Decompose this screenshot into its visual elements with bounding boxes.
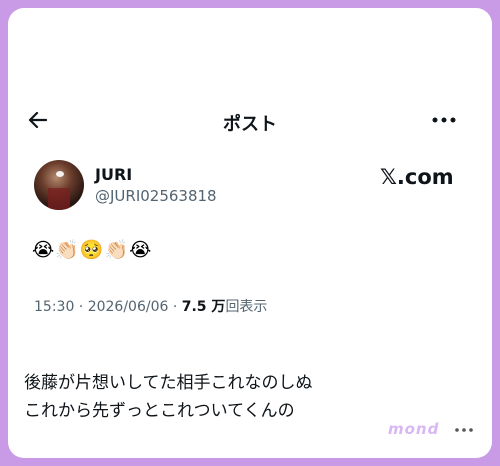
more-options-icon[interactable] — [430, 112, 458, 128]
page-title: ポスト — [223, 114, 277, 135]
view-label: 回表示 — [225, 299, 268, 315]
watermark-logo: mond — [388, 420, 440, 438]
caption-line-1: 後藤が片想いしてた相手これなのしぬ — [24, 373, 313, 393]
caption-line-2: これから先ずっとこれついてくんの — [24, 401, 295, 421]
timestamp: 15:30 · 2026/06/06 · — [34, 299, 182, 315]
display-name[interactable]: JURI — [95, 165, 132, 184]
avatar[interactable] — [34, 160, 84, 210]
more-options-icon-bottom[interactable] — [454, 424, 474, 436]
user-handle[interactable]: @JURI02563818 — [95, 187, 217, 205]
x-com-logo: 𝕏.com — [380, 165, 454, 189]
post-text-emojis: 😭👏🏻🥺👏🏻😭 — [32, 239, 153, 261]
view-count: 7.5 万 — [181, 299, 226, 315]
post-meta: 15:30 · 2026/06/06 · 7.5 万回表示 — [34, 296, 267, 316]
